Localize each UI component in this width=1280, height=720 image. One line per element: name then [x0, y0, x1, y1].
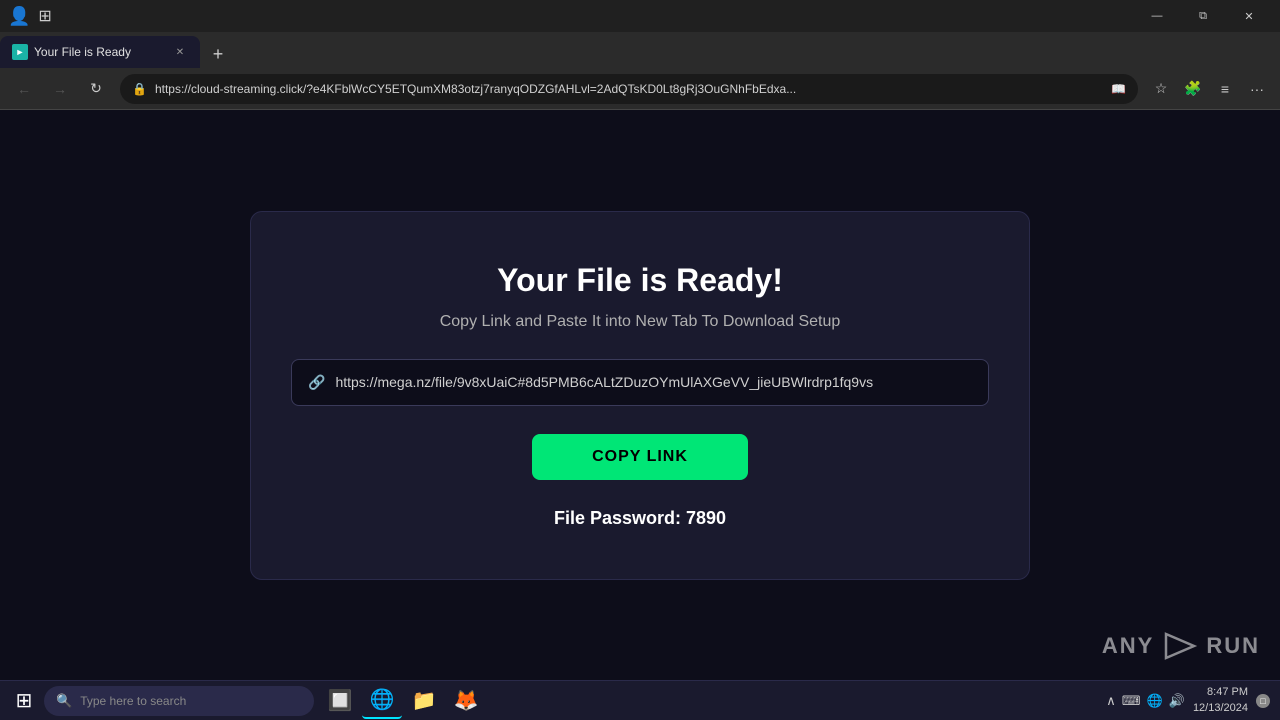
start-icon: ⊞: [16, 688, 33, 713]
anyrun-logo: [1162, 628, 1198, 664]
clock[interactable]: 8:47 PM 12/13/2024: [1193, 685, 1248, 716]
url-text: https://cloud-streaming.click/?e4KFblWcC…: [155, 82, 1103, 96]
window-controls: — ⧉ ✕: [1134, 0, 1272, 32]
tab-manager-icon[interactable]: ⊞: [38, 6, 51, 26]
show-hidden-icon[interactable]: ∧: [1106, 693, 1116, 709]
bookmark-button[interactable]: ☆: [1146, 74, 1176, 104]
card-title: Your File is Ready!: [497, 262, 783, 299]
file-ready-card: Your File is Ready! Copy Link and Paste …: [250, 211, 1030, 580]
watermark-anyrun-text: ANY: [1102, 633, 1154, 659]
close-button[interactable]: ✕: [1226, 0, 1272, 32]
taskbar-search[interactable]: 🔍 Type here to search: [44, 686, 314, 716]
time-text: 8:47 PM: [1207, 685, 1248, 700]
date-text: 12/13/2024: [1193, 701, 1248, 716]
link-chain-icon: 🔗: [308, 374, 325, 391]
volume-icon[interactable]: 🔊: [1169, 693, 1185, 709]
security-icon: 🔒: [132, 82, 147, 96]
start-button[interactable]: ⊞: [6, 683, 42, 719]
keyboard-icon[interactable]: ⌨: [1122, 693, 1141, 709]
read-icon: 📖: [1111, 82, 1126, 96]
taskbar: ⊞ 🔍 Type here to search 🔲 🌐 📁 🦊 ∧ ⌨ 🌐 🔊 …: [0, 680, 1280, 720]
page-content: Your File is Ready! Copy Link and Paste …: [0, 110, 1280, 680]
watermark-run-text: RUN: [1206, 633, 1260, 659]
taskbar-apps: 🔲 🌐 📁 🦊: [320, 683, 486, 719]
system-tray: ∧ ⌨ 🌐 🔊: [1106, 693, 1185, 709]
new-tab-button[interactable]: +: [204, 40, 232, 68]
settings-button[interactable]: ···: [1242, 74, 1272, 104]
link-box: 🔗 https://mega.nz/file/9v8xUaiC#8d5PMB6c…: [291, 359, 989, 406]
search-placeholder-text: Type here to search: [80, 694, 186, 708]
download-link: https://mega.nz/file/9v8xUaiC#8d5PMB6cAL…: [335, 374, 873, 390]
tab-item[interactable]: ► Your File is Ready ✕: [0, 36, 200, 68]
tabbar: ► Your File is Ready ✕ +: [0, 32, 1280, 68]
collections-button[interactable]: ≡: [1210, 74, 1240, 104]
notification-button[interactable]: □: [1256, 694, 1270, 708]
fileexplorer-taskbar-button[interactable]: 📁: [404, 683, 444, 719]
search-icon: 🔍: [56, 693, 72, 709]
tab-favicon: ►: [12, 44, 28, 60]
extensions-button[interactable]: 🧩: [1178, 74, 1208, 104]
minimize-button[interactable]: —: [1134, 0, 1180, 32]
titlebar-left: 👤 ⊞: [8, 6, 52, 27]
address-bar[interactable]: 🔒 https://cloud-streaming.click/?e4KFblW…: [120, 74, 1138, 104]
firefox-taskbar-button[interactable]: 🦊: [446, 683, 486, 719]
navbar: ← → ↻ 🔒 https://cloud-streaming.click/?e…: [0, 68, 1280, 110]
forward-button[interactable]: →: [44, 73, 76, 105]
refresh-button[interactable]: ↻: [80, 73, 112, 105]
taskview-button[interactable]: 🔲: [320, 683, 360, 719]
toolbar-icons: ☆ 🧩 ≡ ···: [1146, 74, 1272, 104]
anyrun-watermark: ANY RUN: [1102, 628, 1260, 664]
edge-taskbar-button[interactable]: 🌐: [362, 683, 402, 719]
copy-link-button[interactable]: COPY LINK: [532, 434, 748, 480]
taskbar-right: ∧ ⌨ 🌐 🔊 8:47 PM 12/13/2024 □: [1106, 685, 1274, 716]
network-icon[interactable]: 🌐: [1147, 693, 1163, 709]
tab-title: Your File is Ready: [34, 45, 166, 59]
card-subtitle: Copy Link and Paste It into New Tab To D…: [440, 313, 841, 331]
profile-icon[interactable]: 👤: [8, 6, 30, 27]
password-text: File Password: 7890: [554, 508, 726, 529]
tab-close-button[interactable]: ✕: [172, 44, 188, 60]
restore-button[interactable]: ⧉: [1180, 0, 1226, 32]
back-button[interactable]: ←: [8, 73, 40, 105]
titlebar: 👤 ⊞ — ⧉ ✕: [0, 0, 1280, 32]
